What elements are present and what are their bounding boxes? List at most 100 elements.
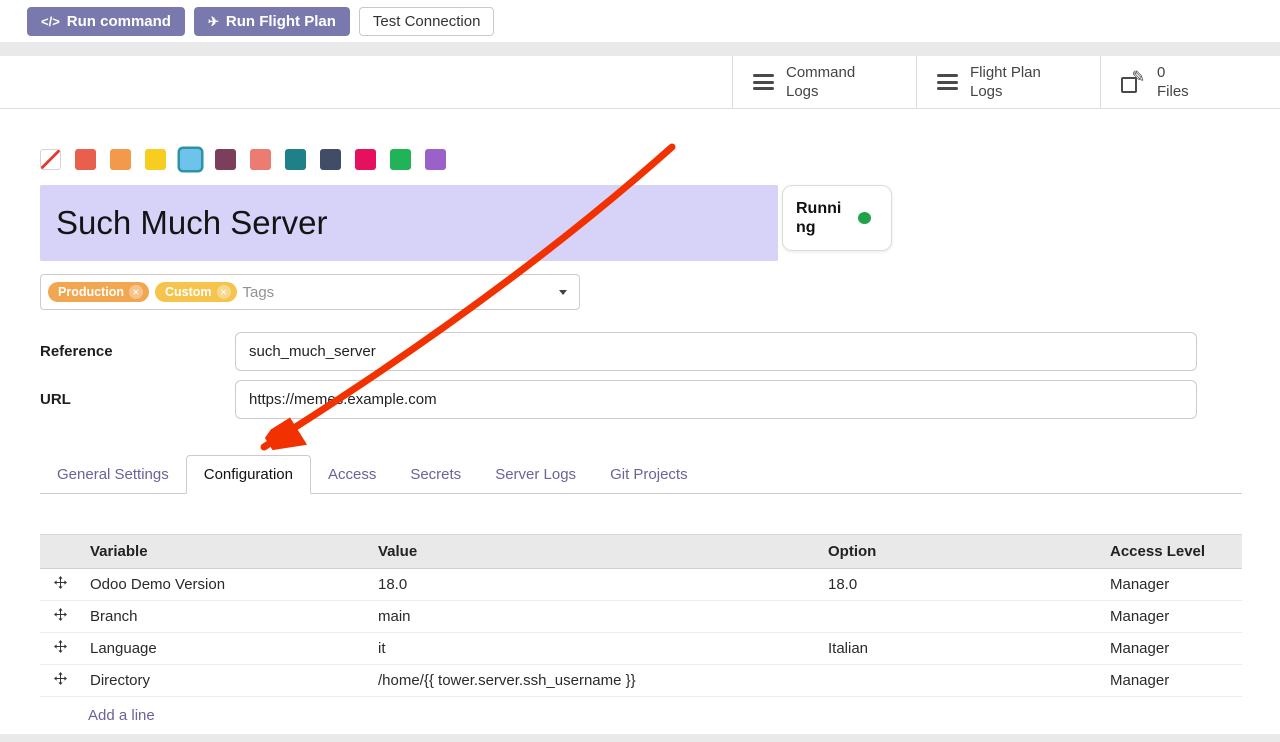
reference-label: Reference [40, 343, 235, 360]
tab-configuration[interactable]: Configuration [186, 455, 311, 494]
color-swatch-dark-purple[interactable] [215, 149, 236, 170]
tag-label: Custom [165, 285, 212, 299]
cell-access-level[interactable]: Manager [1100, 569, 1242, 601]
cell-option[interactable] [818, 601, 1100, 633]
move-icon [54, 576, 67, 589]
separator-band [0, 42, 1280, 56]
command-logs-button[interactable]: Command Logs [732, 56, 916, 108]
flight-plan-logs-button[interactable]: Flight Plan Logs [916, 56, 1100, 108]
page-header: Command Logs Flight Plan Logs ✎ 0 Files [0, 56, 1280, 109]
edit-icon: ✎ [1121, 70, 1145, 94]
color-swatch-orange[interactable] [110, 149, 131, 170]
table-row: LanguageitItalianManager [40, 633, 1242, 665]
column-header-variable: Variable [80, 535, 368, 569]
tag-production[interactable]: Production ✕ [48, 282, 149, 302]
column-header-option: Option [818, 535, 1100, 569]
tab-bar: General SettingsConfigurationAccessSecre… [40, 455, 1242, 494]
run-flight-plan-label: Run Flight Plan [226, 13, 336, 30]
cell-option[interactable]: Italian [818, 633, 1100, 665]
cell-access-level[interactable]: Manager [1100, 601, 1242, 633]
color-swatch-dark-blue[interactable] [320, 149, 341, 170]
drag-handle[interactable] [40, 665, 80, 697]
cell-variable[interactable]: Odoo Demo Version [80, 569, 368, 601]
run-command-label: Run command [67, 13, 171, 30]
tag-label: Production [58, 285, 124, 299]
status-card[interactable]: Running [782, 185, 892, 251]
add-a-line-link[interactable]: Add a line [88, 707, 155, 724]
tag-remove-icon[interactable]: ✕ [129, 285, 143, 299]
cell-variable[interactable]: Directory [80, 665, 368, 697]
url-row: URL [40, 380, 1242, 419]
url-label: URL [40, 391, 235, 408]
table-row: Branchmain Manager [40, 601, 1242, 633]
config-table: VariableValueOptionAccess Level Odoo Dem… [40, 534, 1242, 731]
tab-secrets[interactable]: Secrets [393, 456, 478, 493]
code-icon: </> [41, 14, 60, 29]
reference-input[interactable] [235, 332, 1197, 371]
run-command-button[interactable]: </> Run command [27, 7, 185, 36]
status-label: Running [796, 199, 850, 237]
cell-option[interactable] [818, 665, 1100, 697]
cell-access-level[interactable]: Manager [1100, 665, 1242, 697]
color-swatch-teal[interactable] [285, 149, 306, 170]
color-swatch-row [40, 149, 1242, 170]
tags-list: Production ✕ Custom ✕ [48, 282, 237, 302]
files-label: 0 Files [1157, 63, 1189, 101]
add-line-row: Add a line [40, 697, 1242, 732]
color-swatch-green[interactable] [390, 149, 411, 170]
flight-plan-logs-label: Flight Plan Logs [970, 63, 1041, 101]
move-icon [54, 640, 67, 653]
cell-variable[interactable]: Language [80, 633, 368, 665]
bars-icon [937, 74, 958, 90]
table-row: Directory/home/{{ tower.server.ssh_usern… [40, 665, 1242, 697]
config-table-head-row: VariableValueOptionAccess Level [40, 535, 1242, 569]
server-name-input[interactable] [40, 185, 778, 261]
tag-remove-icon[interactable]: ✕ [217, 285, 231, 299]
move-icon [54, 672, 67, 685]
files-button[interactable]: ✎ 0 Files [1100, 56, 1280, 108]
column-header-value: Value [368, 535, 818, 569]
color-swatch-yellow[interactable] [145, 149, 166, 170]
drag-handle[interactable] [40, 601, 80, 633]
cell-value[interactable]: /home/{{ tower.server.ssh_username }} [368, 665, 818, 697]
color-swatch-salmon[interactable] [250, 149, 271, 170]
handle-column-header [40, 535, 80, 569]
reference-row: Reference [40, 332, 1242, 371]
cell-access-level[interactable]: Manager [1100, 633, 1242, 665]
color-swatch-light-blue[interactable] [180, 149, 201, 170]
cell-option[interactable]: 18.0 [818, 569, 1100, 601]
tags-placeholder: Tags [243, 284, 275, 301]
drag-handle[interactable] [40, 633, 80, 665]
color-swatch-raspberry[interactable] [355, 149, 376, 170]
tag-custom[interactable]: Custom ✕ [155, 282, 237, 302]
color-swatch-purple[interactable] [425, 149, 446, 170]
plane-icon: ✈ [208, 14, 219, 30]
column-header-access-level: Access Level [1100, 535, 1242, 569]
drag-handle[interactable] [40, 569, 80, 601]
tags-input[interactable]: Production ✕ Custom ✕ Tags [40, 274, 580, 310]
chevron-down-icon[interactable] [559, 290, 567, 295]
top-toolbar: </> Run command ✈ Run Flight Plan Test C… [0, 0, 1280, 42]
cell-value[interactable]: main [368, 601, 818, 633]
cell-value[interactable]: 18.0 [368, 569, 818, 601]
move-icon [54, 608, 67, 621]
cell-variable[interactable]: Branch [80, 601, 368, 633]
tab-git-projects[interactable]: Git Projects [593, 456, 705, 493]
cell-value[interactable]: it [368, 633, 818, 665]
table-row: Odoo Demo Version18.018.0Manager [40, 569, 1242, 601]
test-connection-button[interactable]: Test Connection [359, 7, 495, 36]
command-logs-label: Command Logs [786, 63, 855, 101]
title-row: Running [40, 185, 1242, 261]
run-flight-plan-button[interactable]: ✈ Run Flight Plan [194, 7, 350, 36]
page: { "colors": { "accent": "#7a79ad", "link… [0, 0, 1280, 742]
main-content: Running Production ✕ Custom ✕ Tags Referenc… [0, 149, 1280, 731]
config-table-body: Odoo Demo Version18.018.0ManagerBranchma… [40, 569, 1242, 697]
tab-server-logs[interactable]: Server Logs [478, 456, 593, 493]
form-fields: Reference URL [40, 332, 1242, 419]
footer-band [0, 734, 1280, 742]
tab-general-settings[interactable]: General Settings [40, 456, 186, 493]
url-input[interactable] [235, 380, 1197, 419]
color-swatch-red[interactable] [75, 149, 96, 170]
tab-access[interactable]: Access [311, 456, 393, 493]
color-swatch-no-color[interactable] [40, 149, 61, 170]
